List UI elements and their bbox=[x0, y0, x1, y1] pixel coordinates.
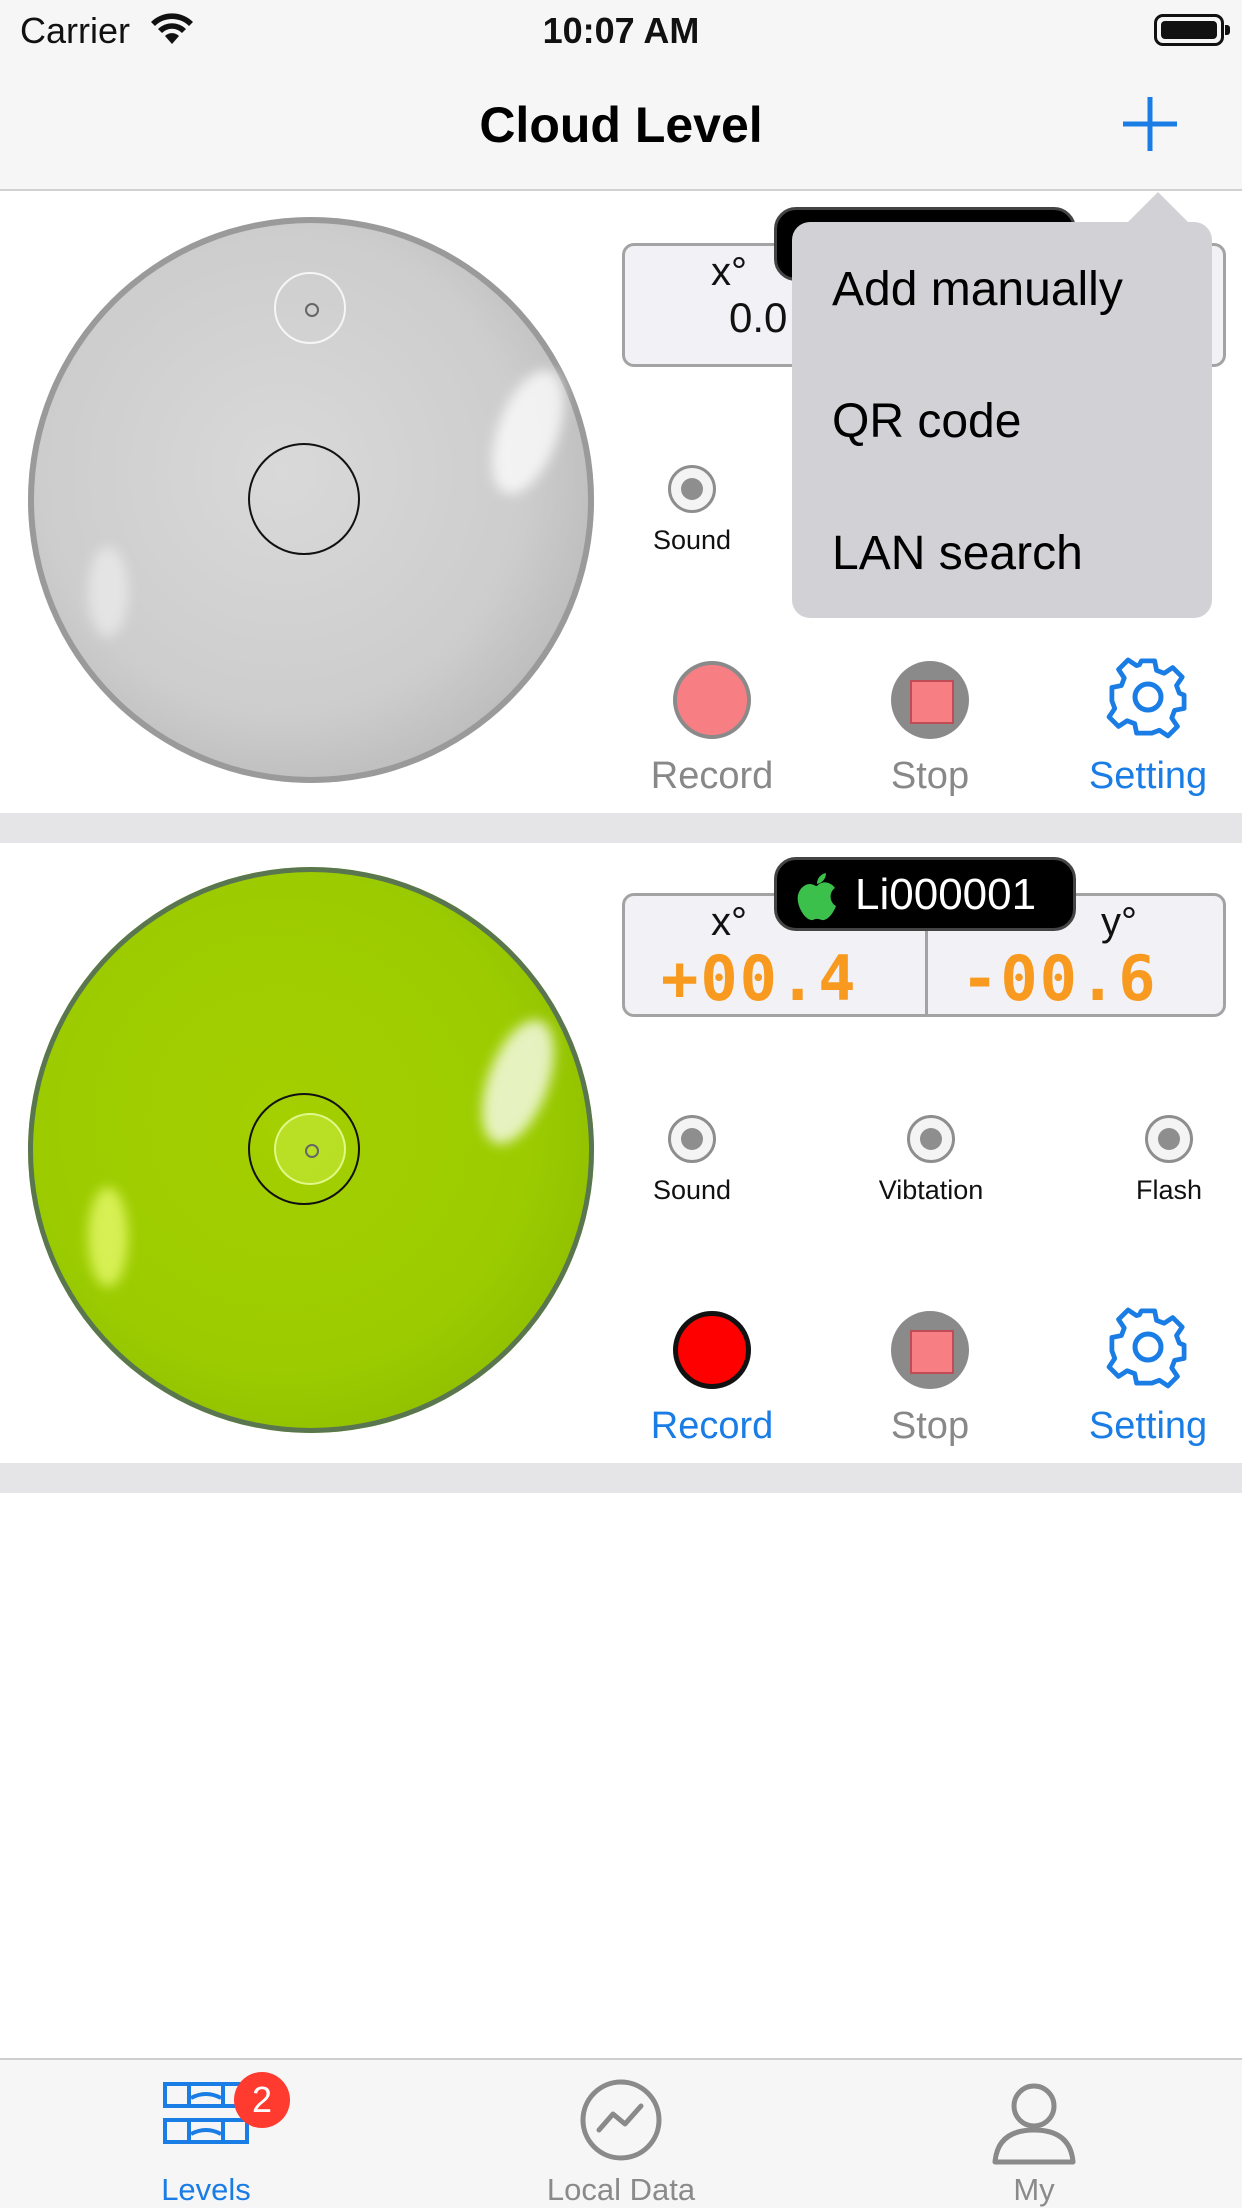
target-ring bbox=[248, 443, 360, 555]
card-separator bbox=[0, 1463, 1242, 1493]
toggle-label: Sound bbox=[652, 1175, 732, 1205]
card-separator bbox=[0, 813, 1242, 843]
level-card-2: x° +00.4 y° -00.6 Li000001 Sound Vibtati… bbox=[0, 843, 1242, 1463]
setting-button[interactable]: Setting bbox=[1063, 1305, 1233, 1448]
vial-highlight bbox=[88, 547, 128, 637]
stop-button[interactable]: Stop bbox=[845, 661, 1015, 798]
stop-icon bbox=[891, 1311, 969, 1389]
setting-label: Setting bbox=[1088, 1405, 1208, 1447]
page-title: Cloud Level bbox=[479, 97, 763, 153]
record-icon bbox=[673, 1311, 751, 1389]
record-button[interactable]: Record bbox=[627, 1311, 797, 1448]
vial-highlight bbox=[88, 1187, 128, 1287]
device-tag[interactable]: Li000001 bbox=[774, 857, 1076, 931]
notification-badge: 2 bbox=[234, 2072, 290, 2128]
radio-icon bbox=[668, 465, 716, 513]
vial-highlight bbox=[477, 360, 579, 504]
chart-icon bbox=[580, 2079, 662, 2161]
level-vial bbox=[28, 217, 594, 783]
vial-highlight bbox=[467, 1010, 569, 1154]
toggle-label: Sound bbox=[652, 525, 732, 555]
y-axis-value: -00.6 bbox=[961, 942, 1158, 1015]
gear-icon bbox=[1106, 657, 1187, 739]
radio-icon bbox=[907, 1115, 955, 1163]
y-axis-label: y° bbox=[1101, 900, 1137, 944]
menu-item-add-manually[interactable]: Add manually bbox=[832, 262, 1123, 317]
vibration-toggle[interactable]: Vibtation bbox=[861, 1115, 1001, 1206]
flash-toggle[interactable]: Flash bbox=[1099, 1115, 1239, 1206]
status-time: 10:07 AM bbox=[542, 10, 700, 51]
apple-icon bbox=[797, 873, 836, 921]
radio-icon bbox=[1145, 1115, 1193, 1163]
record-label: Record bbox=[650, 1405, 774, 1447]
battery-icon bbox=[1154, 14, 1230, 46]
gear-icon bbox=[1106, 1307, 1187, 1389]
toggle-label: Vibtation bbox=[878, 1175, 984, 1205]
x-axis-label: x° bbox=[711, 250, 747, 294]
stop-label: Stop bbox=[890, 1405, 970, 1447]
x-axis-value: +00.4 bbox=[661, 942, 858, 1015]
menu-item-lan-search[interactable]: LAN search bbox=[832, 526, 1083, 581]
x-axis-label: x° bbox=[711, 900, 747, 944]
menu-arrow bbox=[1128, 192, 1188, 222]
radio-icon bbox=[668, 1115, 716, 1163]
menu-item-qr-code[interactable]: QR code bbox=[832, 394, 1021, 449]
sound-toggle[interactable]: Sound bbox=[622, 465, 762, 556]
add-menu: Add manually QR code LAN search bbox=[792, 222, 1212, 618]
stop-icon bbox=[891, 661, 969, 739]
record-label: Record bbox=[650, 755, 774, 797]
toggle-label: Flash bbox=[1135, 1175, 1203, 1205]
target-ring bbox=[248, 1093, 360, 1205]
person-icon bbox=[992, 2083, 1076, 2165]
stop-label: Stop bbox=[890, 755, 970, 797]
tab-label: My bbox=[1013, 2172, 1055, 2207]
record-button[interactable]: Record bbox=[627, 661, 797, 798]
record-icon bbox=[673, 661, 751, 739]
x-axis-value: 0.0 bbox=[729, 294, 788, 341]
tab-bar: 2 Levels Local Data My bbox=[0, 2058, 1242, 2208]
setting-label: Setting bbox=[1088, 755, 1208, 797]
setting-button[interactable]: Setting bbox=[1063, 655, 1233, 798]
tab-my[interactable]: My bbox=[904, 2060, 1164, 2208]
sound-toggle[interactable]: Sound bbox=[622, 1115, 762, 1206]
navigation-bar: Carrier 10:07 AM Cloud Level bbox=[0, 0, 1242, 191]
tab-label: Levels bbox=[161, 2172, 251, 2207]
stop-button[interactable]: Stop bbox=[845, 1311, 1015, 1448]
tab-levels[interactable]: 2 Levels bbox=[76, 2060, 336, 2208]
tab-label: Local Data bbox=[546, 2172, 696, 2207]
plus-icon[interactable] bbox=[1120, 94, 1180, 154]
device-name: Li000001 bbox=[855, 870, 1037, 919]
level-vial bbox=[28, 867, 594, 1433]
tab-local-data[interactable]: Local Data bbox=[491, 2060, 751, 2208]
level-bubble bbox=[274, 272, 346, 344]
